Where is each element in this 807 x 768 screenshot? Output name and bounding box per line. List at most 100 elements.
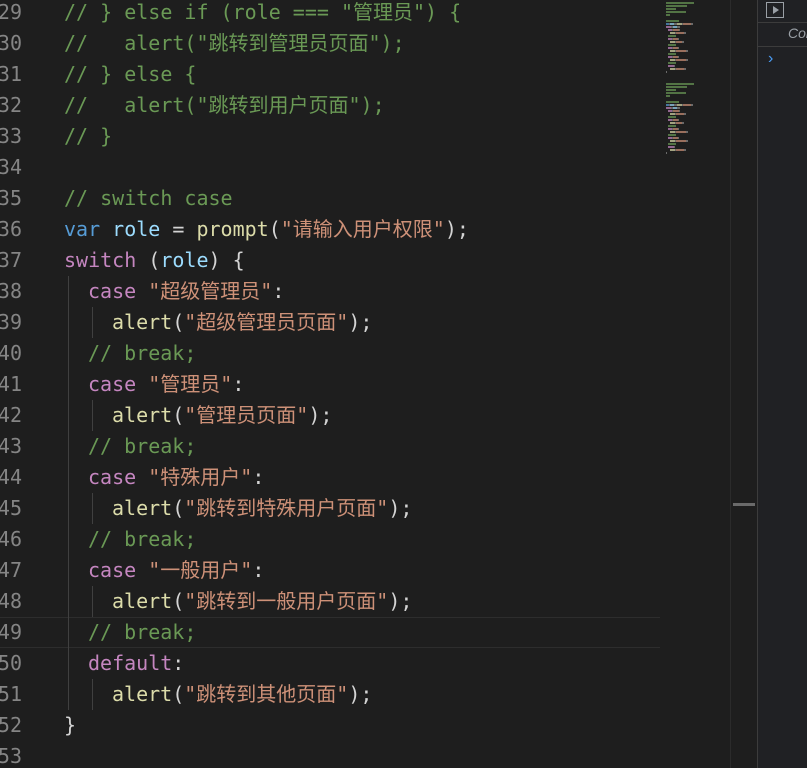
code-token: "管理员" [148, 372, 233, 396]
code-token: = [160, 217, 197, 241]
minimap-line [668, 134, 676, 136]
minimap-line [686, 131, 688, 133]
line-number: 32 [0, 93, 22, 117]
minimap-line [668, 125, 676, 127]
code-line[interactable]: 36 var role = prompt("请输入用户权限"); [0, 214, 660, 245]
scrollbar-thumb[interactable] [733, 503, 755, 506]
tab-console[interactable]: Console [788, 25, 807, 41]
minimap-line [668, 44, 676, 46]
code-token: : [252, 465, 265, 489]
code-token: : [232, 372, 245, 396]
code-text: alert("跳转到特殊用户页面"); [112, 493, 412, 524]
minimap-line [666, 101, 679, 103]
code-token: switch [64, 248, 137, 272]
code-token: var [64, 217, 101, 241]
line-number: 36 [0, 217, 22, 241]
indent-guide [68, 276, 69, 307]
code-text: alert("超级管理员页面"); [112, 307, 372, 338]
devtools-divider [758, 46, 807, 47]
code-token: ( [172, 682, 185, 706]
code-editor[interactable]: 29 // } else if (role === "管理员") {30 // al… [0, 0, 660, 768]
minimap-line [684, 68, 686, 70]
code-line[interactable]: 35 // switch case [0, 183, 660, 214]
editor-scrollbar[interactable] [730, 0, 757, 768]
line-number: 51 [0, 682, 22, 706]
code-line[interactable]: 53 [0, 741, 660, 768]
code-token: // alert("跳转到用户页面"); [64, 93, 385, 117]
code-token: case [88, 558, 137, 582]
code-line[interactable]: 33 // } [0, 121, 660, 152]
console-prompt-icon[interactable]: › [768, 50, 773, 68]
code-text: } [64, 710, 76, 741]
code-line[interactable]: 37 switch (role) { [0, 245, 660, 276]
code-text: // alert("跳转到管理员页面"); [64, 28, 405, 59]
code-token: // break; [88, 341, 197, 365]
indent-guide [92, 493, 93, 524]
indent-guide [68, 493, 69, 524]
code-line[interactable]: 31 // } else { [0, 59, 660, 90]
code-line[interactable]: 49 // break; [0, 617, 660, 648]
code-line[interactable]: 40 // break; [0, 338, 660, 369]
line-number: 42 [0, 403, 22, 427]
code-line[interactable]: 48 alert("跳转到一般用户页面"); [0, 586, 660, 617]
code-token: alert [112, 496, 173, 520]
minimap-line [666, 89, 676, 91]
indent-guide [68, 338, 69, 369]
minimap-line [676, 32, 684, 34]
code-line[interactable]: 50 default: [0, 648, 660, 679]
code-text: alert("跳转到其他页面"); [112, 679, 372, 710]
code-token: ); [308, 403, 333, 427]
minimap-line [666, 5, 687, 7]
code-token: "跳转到特殊用户页面" [184, 496, 389, 520]
indent-guide [68, 555, 69, 586]
code-line[interactable]: 32 // alert("跳转到用户页面"); [0, 90, 660, 121]
code-token: "请输入用户权限" [280, 217, 445, 241]
minimap-line [682, 122, 684, 124]
line-number: 43 [0, 434, 22, 458]
code-text: case "管理员": [88, 369, 244, 400]
minimap-line [679, 110, 680, 112]
minimap-line [686, 50, 688, 52]
minimap-line [682, 41, 684, 43]
line-number: 31 [0, 62, 22, 86]
code-text: // } [64, 121, 112, 152]
code-line[interactable]: 41 case "管理员": [0, 369, 660, 400]
line-number: 53 [0, 744, 22, 768]
indent-guide [68, 431, 69, 462]
code-line[interactable]: 38 case "超级管理员": [0, 276, 660, 307]
code-token: ( [172, 589, 185, 613]
minimap-line [684, 149, 686, 151]
code-token: ); [388, 589, 413, 613]
indent-guide [68, 400, 69, 431]
code-token: ( [172, 310, 185, 334]
minimap-line [666, 71, 667, 73]
code-line[interactable]: 47 case "一般用户": [0, 555, 660, 586]
code-line[interactable]: 52} [0, 710, 660, 741]
minimap-line [676, 140, 686, 142]
sidebar-toggle-icon[interactable] [766, 2, 784, 18]
code-token: ( [172, 403, 185, 427]
minimap-line [686, 140, 688, 142]
code-token: "一般用户" [148, 558, 253, 582]
minimap-line [678, 137, 679, 139]
minimap[interactable] [660, 0, 730, 768]
code-line[interactable]: 44 case "特殊用户": [0, 462, 660, 493]
minimap-line [668, 62, 676, 64]
code-line[interactable]: 29 // } else if (role === "管理员") { [0, 0, 660, 28]
code-text: // } else { [64, 59, 196, 90]
minimap-line [691, 23, 693, 25]
code-line[interactable]: 30 // alert("跳转到管理员页面"); [0, 28, 660, 59]
code-line[interactable]: 39 alert("超级管理员页面"); [0, 307, 660, 338]
code-line[interactable]: 42 alert("管理员页面"); [0, 400, 660, 431]
code-line[interactable]: 51 alert("跳转到其他页面"); [0, 679, 660, 710]
line-number: 40 [0, 341, 22, 365]
code-token: // break; [88, 620, 197, 644]
code-line[interactable]: 46 // break; [0, 524, 660, 555]
indent-guide [92, 400, 93, 431]
minimap-line [678, 128, 679, 130]
code-text: case "一般用户": [88, 555, 264, 586]
code-line[interactable]: 45 alert("跳转到特殊用户页面"); [0, 493, 660, 524]
code-line[interactable]: 34 [0, 152, 660, 183]
code-line[interactable]: 43 // break; [0, 431, 660, 462]
